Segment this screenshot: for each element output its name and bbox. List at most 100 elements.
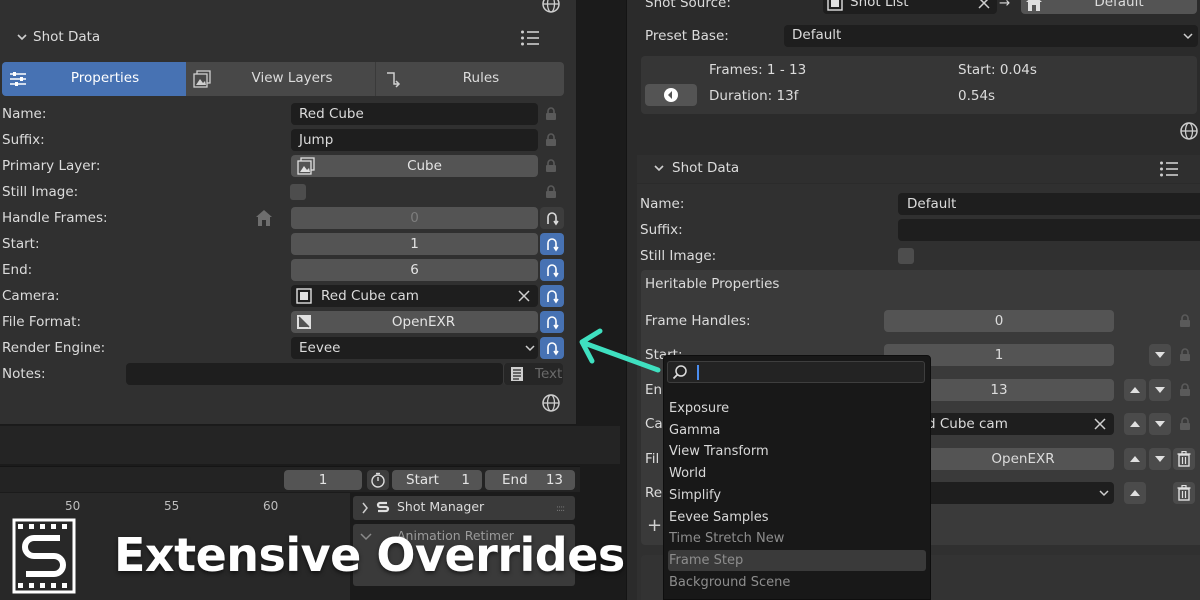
file-format-label: Fil	[645, 451, 660, 467]
heritable-title: Heritable Properties	[645, 276, 780, 292]
lock-icon[interactable]	[545, 159, 557, 173]
override-toggle[interactable]	[540, 259, 564, 281]
add-icon[interactable]: +	[647, 515, 662, 536]
move-down-button[interactable]	[1149, 413, 1171, 435]
shot-manager-panel[interactable]: Shot Manager ::::	[353, 496, 575, 520]
start-frame-field[interactable]: Start 1	[392, 470, 482, 490]
lock-icon[interactable]	[1179, 417, 1191, 431]
current-frame-field[interactable]: 1	[284, 470, 362, 490]
suffix-field[interactable]: Jump	[291, 129, 538, 151]
still-image-label: Still Image:	[640, 248, 717, 264]
search-field[interactable]	[667, 361, 925, 383]
clock-icon	[663, 87, 679, 103]
lock-icon[interactable]	[545, 107, 557, 121]
camera-field[interactable]: Red Cube cam	[291, 285, 538, 307]
menu-item[interactable]: Frame Step	[668, 549, 926, 571]
text-block-button[interactable]: Text	[503, 363, 563, 385]
duration-info: Duration: 13f	[709, 88, 799, 104]
globe-icon[interactable]	[541, 393, 561, 413]
handle-frames-field[interactable]: 0	[291, 207, 538, 229]
close-icon[interactable]	[978, 0, 990, 9]
file-format-field[interactable]: OpenEXR	[291, 311, 538, 333]
clock-button[interactable]	[645, 84, 697, 106]
stopwatch-icon	[370, 472, 386, 488]
lock-icon[interactable]	[545, 185, 557, 199]
menu-item[interactable]: Background Scene	[668, 572, 926, 593]
render-engine-value: Eevee	[299, 340, 341, 356]
end-field[interactable]: 6	[291, 259, 538, 281]
menu-item[interactable]: World	[668, 463, 926, 484]
shot-properties-panel: Shot Data Properties View Layers Rules N…	[0, 0, 577, 425]
text-cursor	[697, 365, 699, 380]
lock-icon[interactable]	[1179, 383, 1191, 397]
name-field[interactable]: Red Cube	[291, 103, 538, 125]
end-frame-field[interactable]: End 13	[485, 470, 575, 490]
start-label: Start:	[2, 236, 40, 252]
menu-item[interactable]: View Transform	[668, 441, 926, 462]
tab-rules[interactable]: Rules	[375, 62, 564, 96]
globe-icon[interactable]	[541, 0, 561, 14]
ruler-tick-label: 60	[263, 499, 279, 513]
menu-item[interactable]: Eevee Samples	[668, 507, 926, 528]
move-up-button[interactable]	[1124, 482, 1146, 504]
suffix-label: Suffix:	[2, 132, 45, 148]
primary-layer-field[interactable]: Cube	[291, 155, 538, 177]
render-engine-select[interactable]: Eevee	[291, 337, 538, 359]
start-field[interactable]: 1	[291, 233, 538, 255]
menu-item[interactable]: Simplify	[668, 485, 926, 506]
suffix-field[interactable]	[898, 219, 1200, 241]
file-format-label: File Format:	[2, 314, 82, 330]
move-up-button[interactable]	[1124, 379, 1146, 401]
still-image-checkbox[interactable]	[290, 184, 306, 200]
shot-list-field[interactable]: Shot List	[823, 0, 997, 14]
menu-item[interactable]: Gamma	[668, 420, 926, 441]
lock-icon[interactable]	[545, 133, 557, 147]
override-toggle[interactable]	[540, 207, 564, 229]
list-menu-icon[interactable]	[1159, 160, 1179, 178]
timeline-bar: 1 Start 1 End 13	[0, 466, 580, 492]
override-toggle[interactable]	[540, 233, 564, 255]
override-toggle[interactable]	[540, 311, 564, 333]
still-image-checkbox[interactable]	[898, 248, 914, 264]
close-icon[interactable]	[1094, 418, 1106, 430]
globe-icon[interactable]	[1179, 121, 1199, 141]
stopwatch-button[interactable]	[367, 470, 389, 490]
move-up-button[interactable]	[1124, 413, 1146, 435]
start-frame-value: 1	[461, 472, 470, 488]
tab-view-layers[interactable]: View Layers	[187, 62, 374, 96]
close-icon[interactable]	[518, 290, 530, 302]
shot-list-value: Shot List	[850, 0, 909, 10]
viewport-background	[0, 426, 620, 464]
preset-base-select[interactable]: Default	[784, 25, 1198, 47]
trash-button[interactable]	[1173, 482, 1195, 504]
shot-source-label: Shot Source:	[645, 0, 731, 11]
move-up-button[interactable]	[1124, 448, 1146, 470]
target-shot-field[interactable]: Default	[1021, 0, 1197, 14]
lock-icon[interactable]	[1179, 314, 1191, 328]
search-icon	[672, 364, 688, 380]
lock-icon[interactable]	[1179, 348, 1191, 362]
suffix-label: Suffix:	[640, 222, 683, 238]
override-toggle[interactable]	[540, 285, 564, 307]
name-field[interactable]: Default	[898, 193, 1200, 215]
drag-handle-icon[interactable]: ::::	[556, 504, 565, 514]
move-down-button[interactable]	[1149, 448, 1171, 470]
frame-handles-field[interactable]: 0	[884, 310, 1114, 332]
menu-item[interactable]: Time Stretch New	[668, 528, 926, 549]
tab-properties[interactable]: Properties	[2, 62, 186, 96]
arrow-right-text: →	[999, 0, 1011, 11]
shot-data-header[interactable]: Shot Data	[0, 24, 575, 52]
camera-value: d Cube cam	[927, 416, 1008, 432]
section-title: Shot Data	[672, 160, 740, 176]
menu-item[interactable]: Exposure	[668, 398, 926, 419]
home-icon[interactable]	[255, 209, 273, 227]
move-down-button[interactable]	[1149, 344, 1171, 366]
move-down-button[interactable]	[1149, 379, 1171, 401]
shot-info-box: Frames: 1 - 13 Start: 0.04s Duration: 13…	[641, 56, 1197, 114]
chevron-down-icon	[1183, 32, 1193, 40]
shot-data-header[interactable]: Shot Data	[637, 155, 1200, 183]
override-toggle[interactable]	[540, 337, 564, 359]
trash-button[interactable]	[1173, 448, 1195, 470]
notes-field[interactable]	[126, 363, 503, 385]
list-menu-icon[interactable]	[520, 29, 540, 47]
